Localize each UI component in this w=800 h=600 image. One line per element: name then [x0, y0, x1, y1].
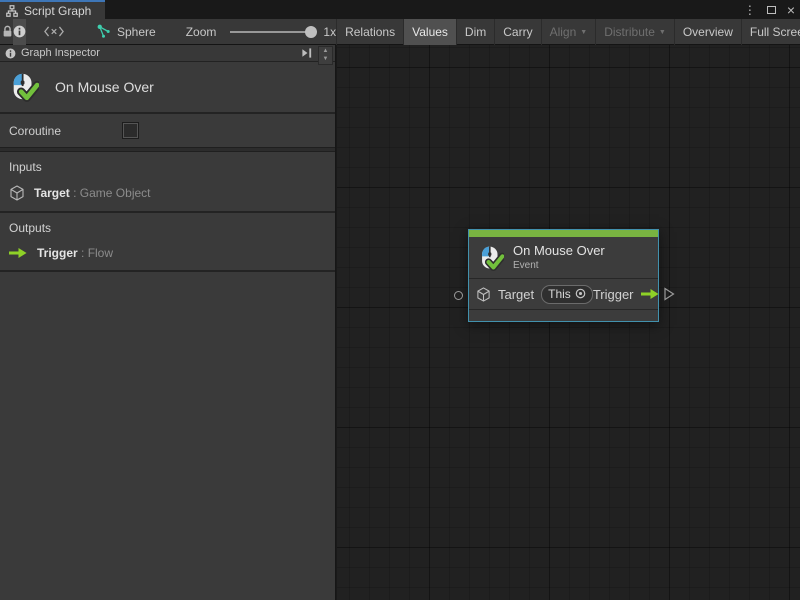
node-title: On Mouse Over [513, 243, 605, 259]
node-color-bar [469, 230, 658, 237]
output-port-row: Trigger : Flow [9, 246, 326, 260]
unit-header: On Mouse Over [0, 62, 335, 112]
graph-inspector-panel: Graph Inspector ▲ ▼ On Mouse Over [0, 45, 336, 600]
distribute-dropdown-button[interactable]: Distribute ▼ [595, 19, 674, 45]
unit-title: On Mouse Over [55, 79, 154, 95]
flow-arrow-icon [9, 247, 28, 259]
coroutine-checkbox[interactable] [123, 123, 138, 138]
lock-button[interactable] [2, 19, 13, 45]
zoom-slider[interactable] [230, 31, 314, 33]
cube-icon [476, 287, 491, 302]
on-mouse-over-node[interactable]: On Mouse Over Event Target This [468, 229, 659, 322]
tab-label: Script Graph [24, 4, 91, 18]
node-output-connection-port[interactable] [664, 287, 675, 301]
lock-icon [2, 25, 13, 38]
toolbar-button-group: Relations Values Dim Carry Align ▼ Distr… [336, 19, 800, 45]
align-dropdown-button[interactable]: Align ▼ [541, 19, 596, 45]
node-port-row: Target This Trigger [469, 279, 658, 310]
node-output-port[interactable]: Trigger [593, 287, 660, 302]
node-input-label: Target [498, 287, 534, 302]
outputs-header: Outputs [9, 221, 326, 235]
input-port-type: : Game Object [70, 186, 151, 200]
target-value-button[interactable]: This [541, 285, 593, 304]
dropdown-arrow-icon: ▼ [659, 29, 666, 36]
graph-toolbar: Sphere Zoom 1x Relations Values Dim Carr… [0, 19, 800, 45]
unity-script-graph-window: { "window": { "tab_label": "Script Graph… [0, 0, 800, 600]
inputs-header: Inputs [9, 160, 326, 174]
window-maximize-icon[interactable] [767, 6, 776, 14]
spinner-up-icon[interactable]: ▲ [323, 48, 329, 55]
node-header[interactable]: On Mouse Over Event [469, 237, 658, 279]
tab-bar: Script Graph ⋮ × [0, 0, 800, 19]
graph-reference-breadcrumb[interactable]: Sphere [96, 24, 156, 39]
outputs-section: Outputs Trigger : Flow [0, 213, 335, 270]
mouse-event-icon [478, 245, 504, 271]
dim-button[interactable]: Dim [456, 19, 494, 45]
input-port-row: Target : Game Object [9, 185, 326, 201]
output-port-type: : Flow [78, 246, 113, 260]
overview-button[interactable]: Overview [674, 19, 741, 45]
values-button[interactable]: Values [403, 19, 456, 45]
info-icon [13, 25, 26, 38]
node-input-connection-port[interactable] [454, 291, 463, 300]
code-preview-button[interactable] [44, 19, 64, 45]
object-picker-icon [575, 288, 586, 299]
code-icon [44, 26, 64, 37]
graph-inspector-title: Graph Inspector [21, 47, 100, 59]
zoom-slider-handle[interactable] [305, 26, 317, 38]
inputs-section: Inputs Target : Game Object [0, 152, 335, 211]
window-menu-icon[interactable]: ⋮ [744, 4, 756, 16]
info-icon [5, 48, 16, 59]
node-output-label: Trigger [593, 287, 634, 302]
graph-canvas[interactable]: On Mouse Over Event Target This [337, 45, 800, 600]
zoom-value: 1x [323, 25, 336, 39]
dropdown-arrow-icon: ▼ [580, 29, 587, 36]
graph-reference-label: Sphere [117, 25, 156, 39]
flow-arrow-icon [641, 288, 660, 300]
window-close-icon[interactable]: × [787, 3, 795, 17]
graph-icon [96, 24, 111, 39]
dock-panel-button[interactable] [301, 47, 313, 59]
coroutine-label: Coroutine [9, 124, 61, 138]
spinner-down-icon[interactable]: ▼ [323, 56, 329, 63]
output-port-name: Trigger [37, 246, 78, 260]
script-graph-icon [6, 5, 18, 17]
input-port-name: Target [34, 186, 70, 200]
mouse-event-icon [9, 72, 39, 102]
inspector-toggle-button[interactable] [13, 19, 26, 45]
window-controls: ⋮ × [744, 0, 795, 19]
cube-icon [9, 185, 25, 201]
target-value: This [548, 287, 571, 301]
zoom-control: Zoom 1x [186, 25, 336, 39]
full-screen-button[interactable]: Full Screen [741, 19, 800, 45]
zoom-label: Zoom [186, 25, 217, 39]
graph-inspector-header: Graph Inspector ▲ ▼ [0, 45, 335, 62]
panel-scroll-spinner[interactable]: ▲ ▼ [318, 46, 333, 65]
node-subtitle: Event [513, 260, 605, 272]
carry-button[interactable]: Carry [494, 19, 540, 45]
coroutine-row: Coroutine [0, 114, 335, 147]
node-footer [469, 310, 658, 320]
tab-script-graph[interactable]: Script Graph [0, 0, 105, 19]
node-input-port[interactable]: Target This [476, 285, 593, 304]
divider [0, 270, 335, 272]
relations-button[interactable]: Relations [336, 19, 403, 45]
